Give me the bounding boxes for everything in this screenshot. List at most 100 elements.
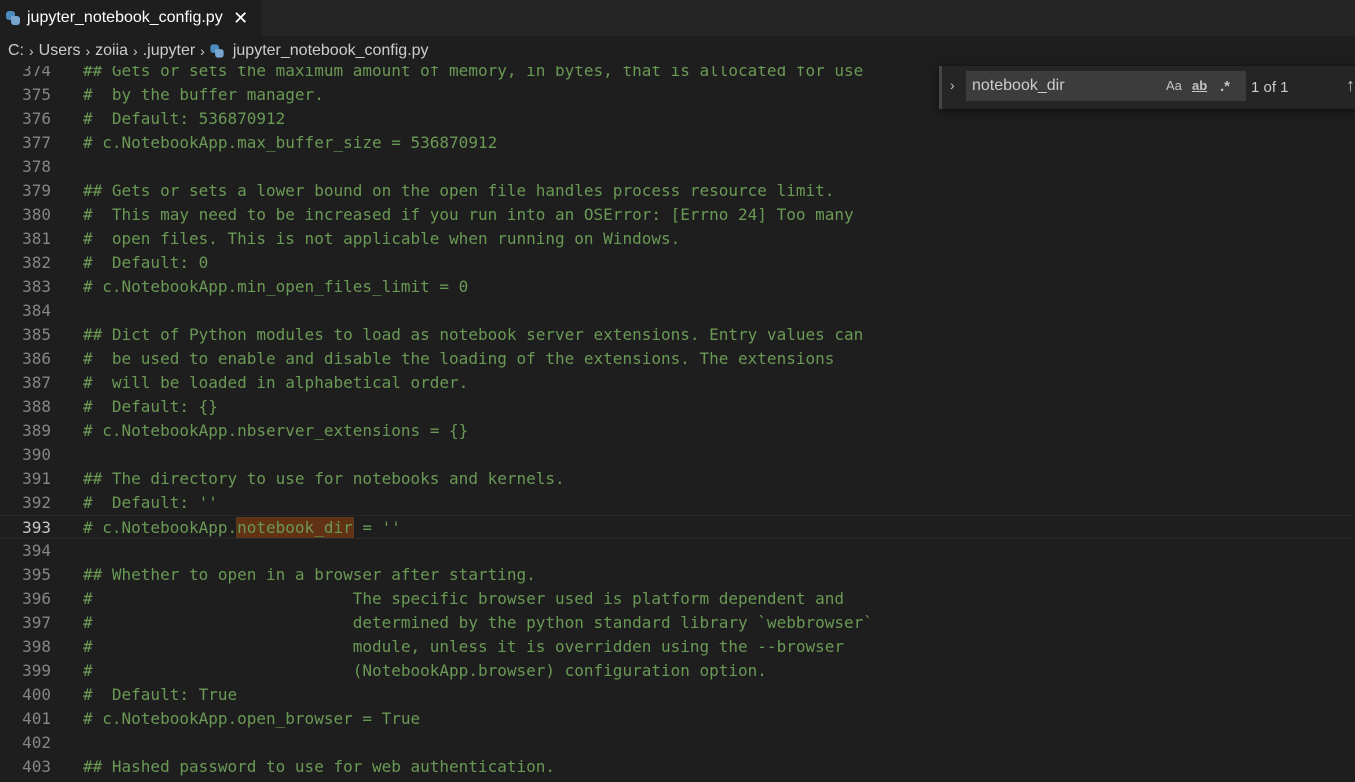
code-text: ## Whether to open in a browser after st… <box>83 565 536 584</box>
code-line[interactable]: 391 ## The directory to use for notebooks… <box>0 467 1355 491</box>
code-text: # be used to enable and disable the load… <box>83 349 835 368</box>
breadcrumb-separator: › <box>85 43 91 59</box>
line-number: 397 <box>22 613 51 632</box>
tab-label: jupyter_notebook_config.py <box>27 9 223 26</box>
tab-jupyter-notebook-config[interactable]: jupyter_notebook_config.py ✕ <box>0 0 262 36</box>
code-line[interactable]: 384 <box>0 299 1355 323</box>
code-line[interactable]: 392 # Default: '' <box>0 491 1355 515</box>
line-number: 390 <box>22 445 51 464</box>
line-number: 393 <box>22 518 51 537</box>
match-whole-word-icon[interactable]: ab <box>1192 78 1207 96</box>
line-number: 386 <box>22 349 51 368</box>
line-number: 376 <box>22 109 51 128</box>
code-line[interactable]: 381 # open files. This is not applicable … <box>0 227 1355 251</box>
breadcrumb-file[interactable]: jupyter_notebook_config.py <box>233 42 429 60</box>
code-text-after-match: = '' <box>352 518 401 537</box>
find-match-count: 1 of 1 <box>1251 79 1289 96</box>
line-number: 375 <box>22 85 51 104</box>
toggle-replace-chevron-icon[interactable]: › <box>950 77 964 97</box>
breadcrumb-zoiia[interactable]: zoiia <box>95 42 128 60</box>
code-line[interactable]: 400 # Default: True <box>0 683 1355 707</box>
match-case-icon[interactable]: Aa <box>1166 78 1182 96</box>
code-text: ## Gets or sets the maximum amount of me… <box>83 66 864 80</box>
code-line[interactable]: 401 # c.NotebookApp.open_browser = True <box>0 707 1355 731</box>
line-number: 381 <box>22 229 51 248</box>
use-regex-icon[interactable]: .* <box>1220 78 1230 96</box>
code-text: # The specific browser used is platform … <box>83 589 844 608</box>
code-line[interactable]: 397 # determined by the python standard l… <box>0 611 1355 635</box>
code-line[interactable]: 379 ## Gets or sets a lower bound on the … <box>0 179 1355 203</box>
code-text: # c.NotebookApp.open_browser = True <box>83 709 421 728</box>
breadcrumb-jupyter[interactable]: .jupyter <box>143 42 195 60</box>
code-line[interactable]: 395 ## Whether to open in a browser after… <box>0 563 1355 587</box>
code-line[interactable]: 390 <box>0 443 1355 467</box>
python-file-icon <box>210 44 224 58</box>
code-line[interactable]: 402 <box>0 731 1355 755</box>
line-number: 392 <box>22 493 51 512</box>
code-text: # This may need to be increased if you r… <box>83 205 854 224</box>
line-number: 401 <box>22 709 51 728</box>
code-line[interactable]: 394 <box>0 539 1355 563</box>
code-line[interactable]: 382 # Default: 0 <box>0 251 1355 275</box>
code-text: # will be loaded in alphabetical order. <box>83 373 469 392</box>
line-number: 384 <box>22 301 51 320</box>
line-number: 399 <box>22 661 51 680</box>
code-text: # Default: 0 <box>83 253 209 272</box>
code-text: ## The directory to use for notebooks an… <box>83 469 565 488</box>
code-text: # module, unless it is overridden using … <box>83 637 844 656</box>
line-number: 388 <box>22 397 51 416</box>
code-line[interactable]: 398 # module, unless it is overridden usi… <box>0 635 1355 659</box>
code-text-before-match: # c.NotebookApp. <box>83 518 238 537</box>
code-text: ## Hashed password to use for web authen… <box>83 757 556 776</box>
line-number: 394 <box>22 541 51 560</box>
line-number: 382 <box>22 253 51 272</box>
code-line[interactable]: 388 # Default: {} <box>0 395 1355 419</box>
code-line[interactable]: 399 # (NotebookApp.browser) configuration… <box>0 659 1355 683</box>
code-line[interactable]: 376 # Default: 536870912 <box>0 107 1355 131</box>
breadcrumb-separator: › <box>29 43 34 59</box>
code-line[interactable]: 403 ## Hashed password to use for web aut… <box>0 755 1355 779</box>
code-text: # c.NotebookApp.nbserver_extensions = {} <box>83 421 469 440</box>
code-line[interactable]: 385 ## Dict of Python modules to load as … <box>0 323 1355 347</box>
line-number: 379 <box>22 181 51 200</box>
code-text: # c.NotebookApp.max_buffer_size = 536870… <box>83 133 498 152</box>
search-match-highlight: notebook_dir <box>236 517 354 538</box>
code-text: # Default: True <box>83 685 238 704</box>
breadcrumb-users[interactable]: Users <box>39 42 81 60</box>
line-number: 377 <box>22 133 51 152</box>
line-number: 380 <box>22 205 51 224</box>
line-number: 391 <box>22 469 51 488</box>
code-editor[interactable]: 374 ## Gets or sets the maximum amount of… <box>0 66 1355 782</box>
code-line[interactable]: 393 # c.NotebookApp.notebook_dir = '' <box>0 515 1355 539</box>
find-input[interactable] <box>972 76 1157 96</box>
code-text: # by the buffer manager. <box>83 85 324 104</box>
code-line[interactable]: 387 # will be loaded in alphabetical orde… <box>0 371 1355 395</box>
line-number: 385 <box>22 325 51 344</box>
line-number: 396 <box>22 589 51 608</box>
code-text: # c.NotebookApp.notebook_dir = '' <box>83 516 401 540</box>
close-tab-icon[interactable]: ✕ <box>233 8 249 29</box>
line-number: 395 <box>22 565 51 584</box>
code-text: # open files. This is not applicable whe… <box>83 229 681 248</box>
code-text: # c.NotebookApp.min_open_files_limit = 0 <box>83 277 469 296</box>
line-number: 374 <box>22 66 51 80</box>
code-line[interactable]: 386 # be used to enable and disable the l… <box>0 347 1355 371</box>
breadcrumb-separator: › <box>133 43 138 59</box>
line-number: 403 <box>22 757 51 776</box>
python-file-icon <box>6 11 20 25</box>
code-text: # (NotebookApp.browser) configuration op… <box>83 661 767 680</box>
breadcrumb-separator: › <box>200 43 205 59</box>
code-text: # Default: '' <box>83 493 218 512</box>
previous-match-arrow-icon[interactable]: ↑ <box>1346 75 1355 96</box>
code-line[interactable]: 396 # The specific browser used is platfo… <box>0 587 1355 611</box>
code-line[interactable]: 380 # This may need to be increased if yo… <box>0 203 1355 227</box>
code-line[interactable]: 378 <box>0 155 1355 179</box>
line-number: 389 <box>22 421 51 440</box>
line-number: 387 <box>22 373 51 392</box>
breadcrumb-drive[interactable]: C: <box>8 42 24 60</box>
code-line[interactable]: 377 # c.NotebookApp.max_buffer_size = 536… <box>0 131 1355 155</box>
code-line[interactable]: 389 # c.NotebookApp.nbserver_extensions =… <box>0 419 1355 443</box>
code-text: # determined by the python standard libr… <box>83 613 873 632</box>
code-line[interactable]: 383 # c.NotebookApp.min_open_files_limit … <box>0 275 1355 299</box>
find-widget: › Aa ab .* 1 of 1 ↑ <box>939 66 1355 109</box>
